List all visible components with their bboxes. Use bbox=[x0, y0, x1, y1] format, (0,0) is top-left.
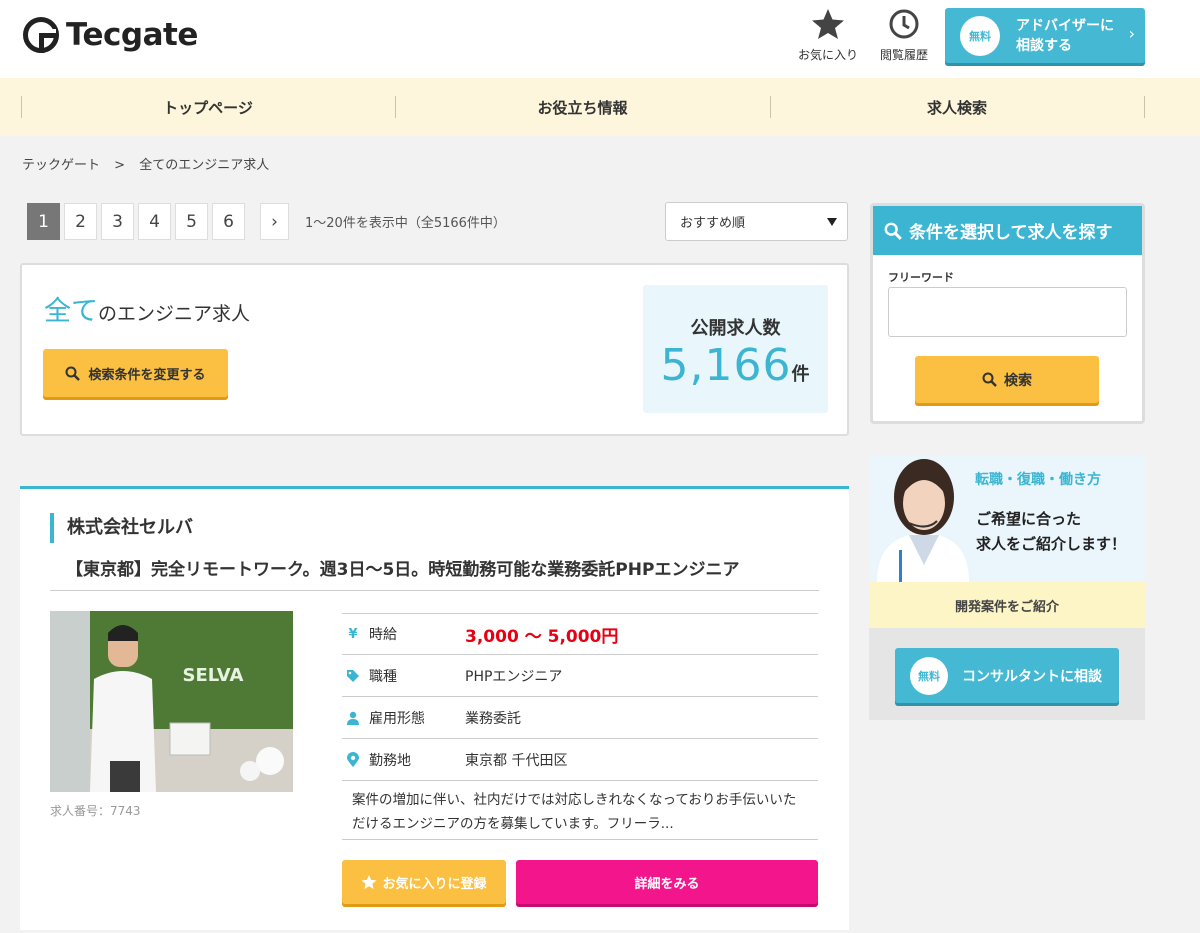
advisor-button-text: アドバイザーに 相談する bbox=[1016, 16, 1114, 56]
main-nav: トップページ お役立ち情報 求人検索 bbox=[0, 78, 1200, 136]
pagination: 1 2 3 4 5 6 › 1〜20件を表示中（全5166件中） bbox=[27, 203, 506, 240]
search-icon bbox=[65, 366, 81, 381]
banner-message: ご希望に合った 求人をご紹介します！ bbox=[976, 507, 1126, 557]
consultation-banner[interactable]: 転職・復職・働き方 ご希望に合った 求人をご紹介します！ 開発案件をご紹介 無料… bbox=[869, 455, 1145, 720]
clock-icon bbox=[889, 9, 919, 39]
search-icon bbox=[884, 222, 902, 240]
search-icon bbox=[982, 372, 997, 387]
page-5-button[interactable]: 5 bbox=[175, 203, 208, 240]
summary-title-accent: 全て bbox=[44, 296, 98, 327]
job-count-value: 5,166件 bbox=[643, 340, 828, 391]
banner-message-line1: ご希望に合った bbox=[976, 510, 1082, 528]
result-range-info: 1〜20件を表示中（全5166件中） bbox=[305, 216, 506, 231]
nav-divider bbox=[1144, 96, 1145, 118]
breadcrumb: テックゲート > 全てのエンジニア求人 bbox=[22, 154, 279, 173]
advisor-line2: 相談する bbox=[1016, 37, 1072, 54]
info-label: 勤務地 bbox=[369, 752, 411, 769]
photo-sign-text: SELVA bbox=[183, 665, 244, 686]
page-2-button[interactable]: 2 bbox=[64, 203, 97, 240]
job-count-label: 公開求人数 bbox=[690, 318, 781, 339]
free-badge: 無料 bbox=[960, 15, 1000, 56]
free-badge: 無料 bbox=[910, 656, 948, 695]
sort-select[interactable]: おすすめ順 bbox=[665, 202, 848, 241]
job-count-unit: 件 bbox=[791, 364, 811, 385]
advisor-line1: アドバイザーに bbox=[1016, 17, 1114, 34]
map-pin-icon bbox=[346, 752, 360, 767]
add-favorite-label: お気に入りに登録 bbox=[382, 876, 487, 892]
job-description: 案件の増加に伴い、社内だけでは対応しきれなくなっておりお手伝いいただけるエンジニ… bbox=[342, 780, 818, 840]
change-conditions-button[interactable]: 検索条件を変更する bbox=[43, 349, 228, 397]
breadcrumb-home[interactable]: テックゲート bbox=[22, 158, 100, 173]
info-value: 業務委託 bbox=[465, 710, 521, 727]
job-count-number: 5,166 bbox=[660, 340, 792, 391]
site-logo[interactable]: Tecgate bbox=[22, 16, 198, 54]
dropdown-arrow-icon bbox=[827, 218, 837, 226]
summary-title: 全てのエンジニア求人 bbox=[44, 289, 250, 328]
job-count-box: 公開求人数 5,166件 bbox=[643, 285, 828, 413]
job-photo: SELVA bbox=[50, 611, 293, 792]
sidebar-search-title: 条件を選択して求人を探す bbox=[909, 223, 1113, 243]
consultant-consult-button[interactable]: 無料 コンサルタントに相談 bbox=[895, 648, 1119, 703]
nav-item-useful-info[interactable]: お役立ち情報 bbox=[395, 78, 770, 136]
job-title[interactable]: 【東京都】完全リモートワーク。週3日〜5日。時短勤務可能な業務委託PHPエンジニ… bbox=[66, 555, 739, 580]
view-details-button[interactable]: 詳細をみる bbox=[516, 860, 818, 904]
banner-strip: 開発案件をご紹介 bbox=[869, 582, 1145, 628]
view-details-label: 詳細をみる bbox=[634, 876, 700, 892]
info-label: 雇用形態 bbox=[369, 710, 425, 727]
page-6-button[interactable]: 6 bbox=[212, 203, 245, 240]
company-name[interactable]: 株式会社セルバ bbox=[50, 513, 193, 543]
nav-item-top[interactable]: トップページ bbox=[21, 78, 395, 136]
page-1-button[interactable]: 1 bbox=[27, 203, 60, 240]
sidebar-search-button-label: 検索 bbox=[1004, 372, 1032, 389]
breadcrumb-separator: > bbox=[114, 158, 126, 173]
history-link[interactable]: 閲覧履歴 bbox=[880, 8, 928, 63]
history-label: 閲覧履歴 bbox=[880, 48, 929, 62]
favorites-label: お気に入り bbox=[798, 48, 859, 62]
next-page-button[interactable]: › bbox=[260, 203, 289, 240]
banner-message-line2: 求人をご紹介します！ bbox=[976, 535, 1127, 553]
logo-text: Tecgate bbox=[66, 17, 198, 53]
info-value: PHPエンジニア bbox=[465, 668, 563, 685]
person-icon bbox=[346, 711, 360, 725]
nav-item-job-search[interactable]: 求人検索 bbox=[770, 78, 1144, 136]
sidebar-search-heading: 条件を選択して求人を探す bbox=[873, 206, 1142, 255]
yen-icon: ¥ bbox=[348, 626, 358, 642]
job-card: 株式会社セルバ 【東京都】完全リモートワーク。週3日〜5日。時短勤務可能な業務委… bbox=[20, 486, 849, 930]
freeword-label: フリーワード bbox=[888, 271, 954, 284]
sort-selected-value: おすすめ順 bbox=[680, 216, 746, 231]
star-icon bbox=[361, 874, 378, 890]
info-row-location: 勤務地 東京都 千代田区 bbox=[342, 739, 818, 781]
star-icon bbox=[812, 9, 844, 39]
favorites-link[interactable]: お気に入り bbox=[798, 8, 858, 63]
logo-mark-icon bbox=[23, 17, 59, 53]
info-row-employment: 雇用形態 業務委託 bbox=[342, 697, 818, 739]
banner-tagline: 転職・復職・働き方 bbox=[975, 472, 1101, 488]
info-label: 職種 bbox=[369, 668, 397, 685]
page-4-button[interactable]: 4 bbox=[138, 203, 171, 240]
info-value: 東京都 千代田区 bbox=[465, 752, 568, 769]
banner-image: 転職・復職・働き方 ご希望に合った 求人をご紹介します！ bbox=[869, 455, 1145, 582]
advisor-consult-button[interactable]: 無料 アドバイザーに 相談する › bbox=[945, 8, 1145, 63]
sidebar-search-panel: 条件を選択して求人を探す フリーワード 検索 bbox=[870, 203, 1145, 424]
info-row-job-type: 職種 PHPエンジニア bbox=[342, 655, 818, 697]
salary-value: 3,000 〜 5,000円 bbox=[465, 626, 619, 647]
info-label: 時給 bbox=[369, 627, 397, 643]
sidebar-search-button[interactable]: 検索 bbox=[915, 356, 1099, 403]
info-row-salary: ¥ 時給 3,000 〜 5,000円 bbox=[342, 613, 818, 655]
divider bbox=[50, 590, 819, 591]
search-summary-box: 全てのエンジニア求人 検索条件を変更する 公開求人数 5,166件 bbox=[20, 263, 849, 436]
breadcrumb-current: 全てのエンジニア求人 bbox=[139, 158, 270, 173]
add-favorite-button[interactable]: お気に入りに登録 bbox=[342, 860, 506, 904]
office-photo-image: SELVA bbox=[50, 611, 293, 792]
freeword-input[interactable] bbox=[888, 287, 1127, 337]
chevron-right-icon: › bbox=[1128, 24, 1135, 43]
site-header: Tecgate お気に入り 閲覧履歴 無料 アドバイザーに 相談する › bbox=[0, 0, 1200, 78]
change-conditions-label: 検索条件を変更する bbox=[88, 367, 206, 383]
tag-icon bbox=[346, 669, 360, 683]
consultant-consult-label: コンサルタントに相談 bbox=[962, 668, 1102, 685]
summary-title-rest: のエンジニア求人 bbox=[98, 303, 251, 325]
page-3-button[interactable]: 3 bbox=[101, 203, 134, 240]
job-number: 求人番号：7743 bbox=[50, 804, 141, 818]
